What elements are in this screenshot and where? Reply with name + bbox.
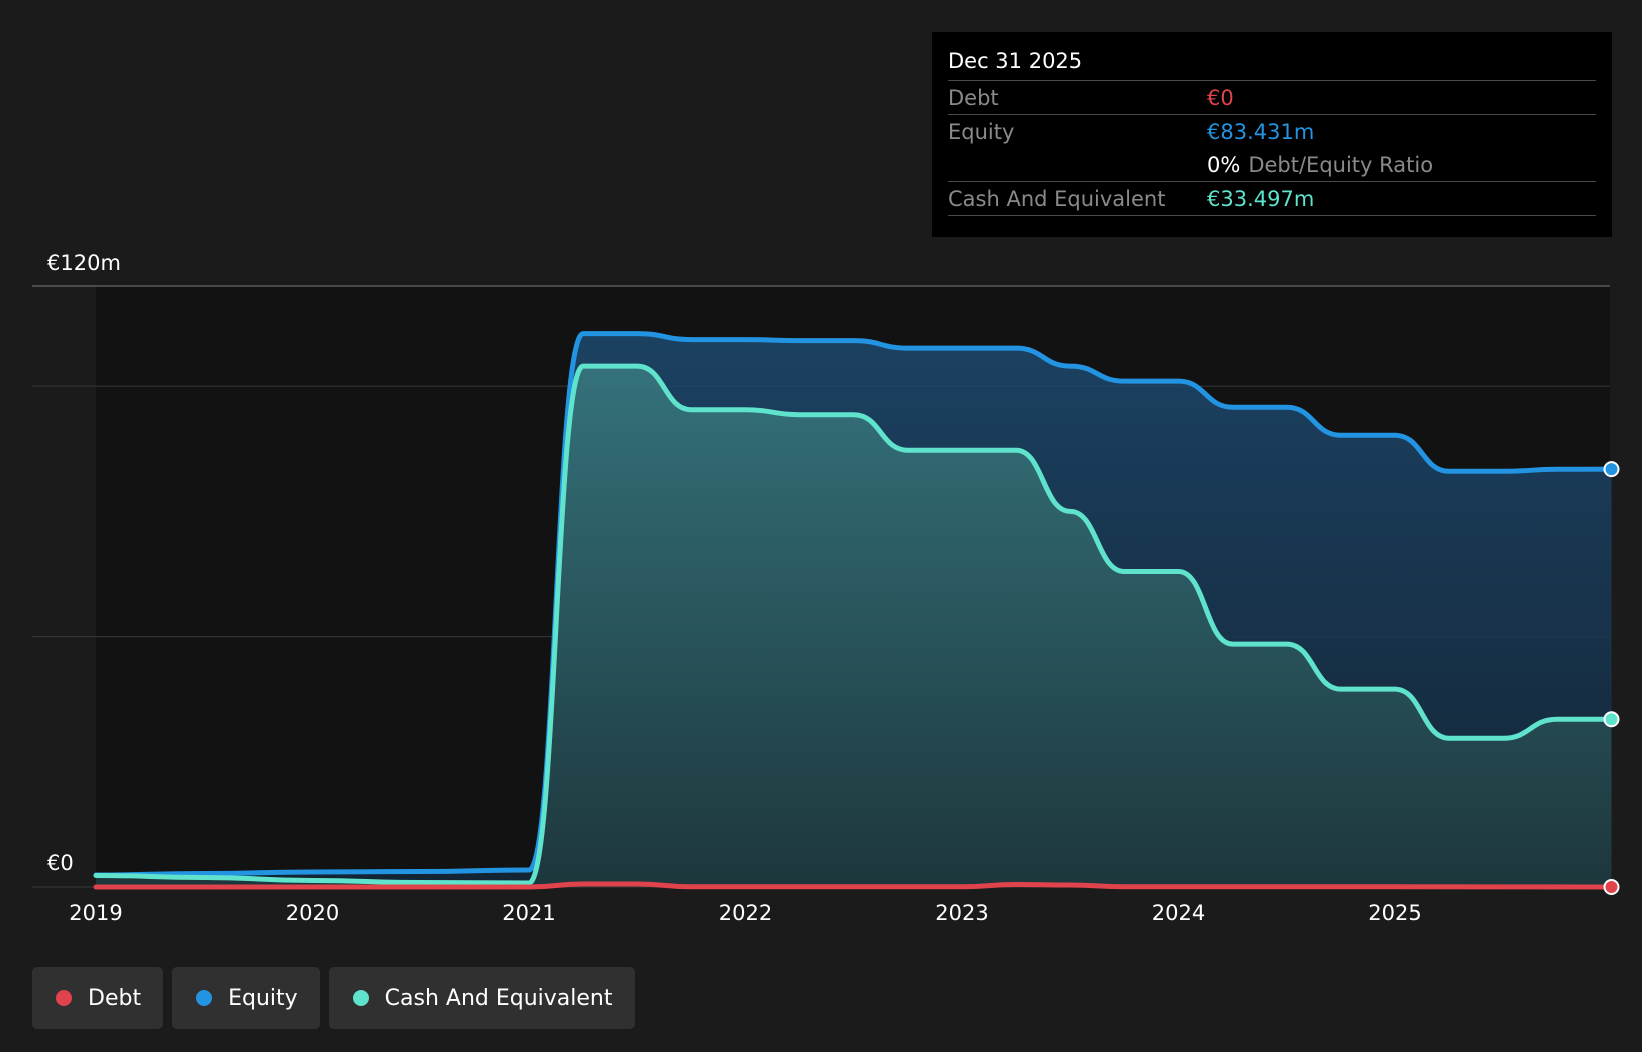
legend-item-equity[interactable]: Equity xyxy=(172,967,320,1029)
equity-end-point[interactable] xyxy=(1603,461,1620,478)
legend-label-cash: Cash And Equivalent xyxy=(384,985,613,1011)
tooltip-cash-value: €33.497m xyxy=(1207,186,1315,211)
y-axis-top-label: €120m xyxy=(47,251,121,275)
legend: Debt Equity Cash And Equivalent xyxy=(32,967,635,1029)
tooltip-cash-label: Cash And Equivalent xyxy=(948,186,1166,211)
tooltip-cash-row: Cash And Equivalent €33.497m xyxy=(948,181,1596,216)
x-tick-label: 2023 xyxy=(935,901,988,925)
tooltip-debt-row: Debt €0 xyxy=(948,80,1596,114)
x-tick-label: 2019 xyxy=(69,901,122,925)
equity-dot-icon xyxy=(196,990,213,1006)
tooltip-debt-value: €0 xyxy=(1207,85,1234,110)
debt-dot-icon xyxy=(56,990,72,1006)
x-tick-label: 2025 xyxy=(1368,901,1421,925)
tooltip-date: Dec 31 2025 xyxy=(948,49,1083,73)
cash-dot-icon xyxy=(352,990,369,1006)
tooltip-ratio-label: Debt/Equity Ratio xyxy=(1248,152,1434,177)
tooltip-equity-value: €83.431m xyxy=(1207,119,1315,144)
x-tick-label: 2021 xyxy=(502,901,555,925)
x-axis-ticks: 2019 2020 2021 2022 2023 2024 2025 xyxy=(69,901,1421,925)
tooltip: Dec 31 2025 Debt €0 Equity €83.431m 0% D… xyxy=(932,32,1612,237)
x-tick-label: 2024 xyxy=(1152,901,1205,925)
tooltip-ratio-value: 0% xyxy=(1207,152,1241,177)
x-tick-label: 2022 xyxy=(719,901,772,925)
legend-label-equity: Equity xyxy=(228,985,298,1011)
y-axis-zero-label: €0 xyxy=(47,851,74,875)
legend-item-cash[interactable]: Cash And Equivalent xyxy=(328,967,635,1029)
tooltip-debt-label: Debt xyxy=(948,85,999,110)
tooltip-ratio-row: 0% Debt/Equity Ratio xyxy=(948,148,1596,181)
cash-end-point[interactable] xyxy=(1603,711,1620,728)
debt-end-point[interactable] xyxy=(1603,879,1620,895)
tooltip-equity-row: Equity €83.431m xyxy=(948,114,1596,148)
legend-label-debt: Debt xyxy=(88,985,142,1011)
tooltip-equity-label: Equity xyxy=(948,119,1015,144)
legend-item-debt[interactable]: Debt xyxy=(32,967,164,1029)
x-tick-label: 2020 xyxy=(286,901,339,925)
